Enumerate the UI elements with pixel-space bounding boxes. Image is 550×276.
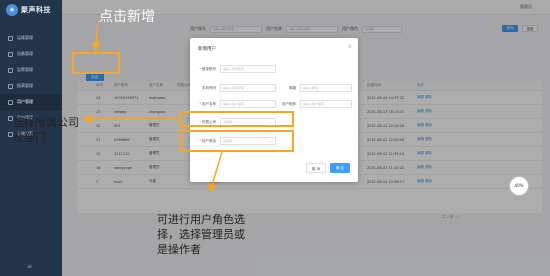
- annotation-arrows: [82, 21, 223, 194]
- zoom-badge: 40%: [509, 176, 529, 196]
- arrow-to-add-button: [91, 21, 101, 52]
- arrow-to-role-hint: [207, 151, 223, 194]
